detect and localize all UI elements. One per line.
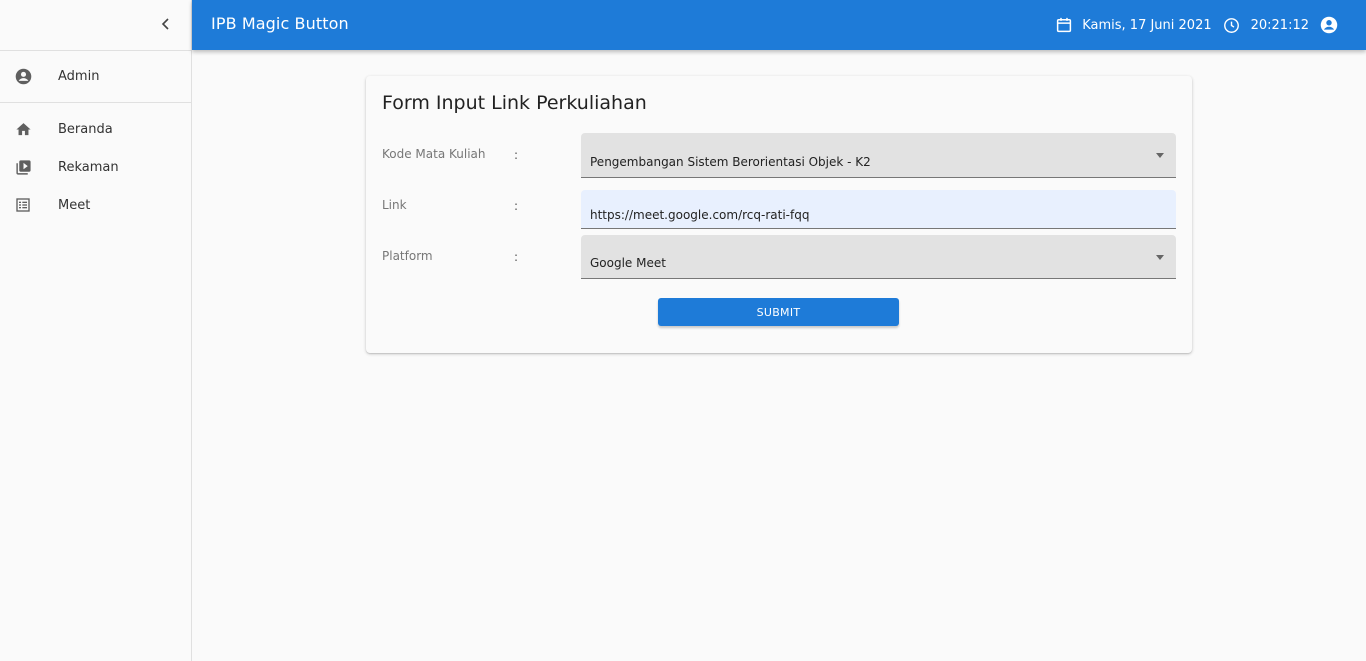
sidebar-top [0, 0, 191, 51]
dropdown-arrow-icon [1156, 254, 1164, 260]
colon: : [514, 250, 519, 264]
link-input[interactable]: https://meet.google.com/rcq-rati-fqq [581, 190, 1176, 229]
sidebar-item-label: Beranda [58, 121, 113, 137]
sidebar-item-label: Rekaman [58, 159, 119, 175]
platform-value: Google Meet [590, 256, 666, 270]
account-circle-icon [14, 68, 32, 86]
account-circle-icon[interactable] [1320, 16, 1338, 34]
kode-mata-kuliah-label: Kode Mata Kuliah [382, 147, 486, 161]
header-date: Kamis, 17 Juni 2021 [1082, 17, 1212, 33]
sidebar-user[interactable]: Admin [0, 51, 191, 103]
app-header: IPB Magic Button Kamis, 17 Juni 2021 20:… [192, 0, 1366, 50]
sidebar-item-beranda[interactable]: Beranda [0, 110, 191, 148]
dropdown-arrow-icon [1156, 153, 1164, 158]
chevron-left-icon [161, 18, 169, 30]
sidebar-item-label: Meet [58, 197, 91, 213]
list-icon [14, 196, 32, 214]
header-status: Kamis, 17 Juni 2021 20:21:12 [1055, 14, 1338, 36]
platform-label: Platform [382, 249, 433, 263]
clock-icon [1223, 17, 1240, 34]
sidebar: Admin Beranda Rekaman Meet [0, 0, 192, 661]
colon: : [514, 148, 519, 162]
platform-select[interactable]: Google Meet [581, 235, 1176, 279]
sidebar-user-name: Admin [58, 69, 100, 84]
home-icon [14, 120, 32, 138]
colon: : [514, 199, 519, 213]
kode-mata-kuliah-select[interactable]: Pengembangan Sistem Berorientasi Objek -… [581, 133, 1176, 178]
form-card: Form Input Link Perkuliahan Kode Mata Ku… [366, 76, 1192, 353]
sidebar-item-meet[interactable]: Meet [0, 186, 191, 224]
video-library-icon [14, 158, 32, 176]
link-value: https://meet.google.com/rcq-rati-fqq [590, 208, 810, 222]
app-title: IPB Magic Button [211, 14, 349, 33]
submit-button[interactable]: SUBMIT [658, 298, 899, 326]
header-time: 20:21:12 [1250, 17, 1309, 33]
kode-mata-kuliah-value: Pengembangan Sistem Berorientasi Objek -… [590, 155, 871, 169]
collapse-sidebar-button[interactable] [155, 13, 177, 35]
calendar-icon [1055, 16, 1073, 34]
sidebar-item-rekaman[interactable]: Rekaman [0, 148, 191, 186]
link-label: Link [382, 198, 407, 212]
form-title: Form Input Link Perkuliahan [382, 92, 647, 114]
